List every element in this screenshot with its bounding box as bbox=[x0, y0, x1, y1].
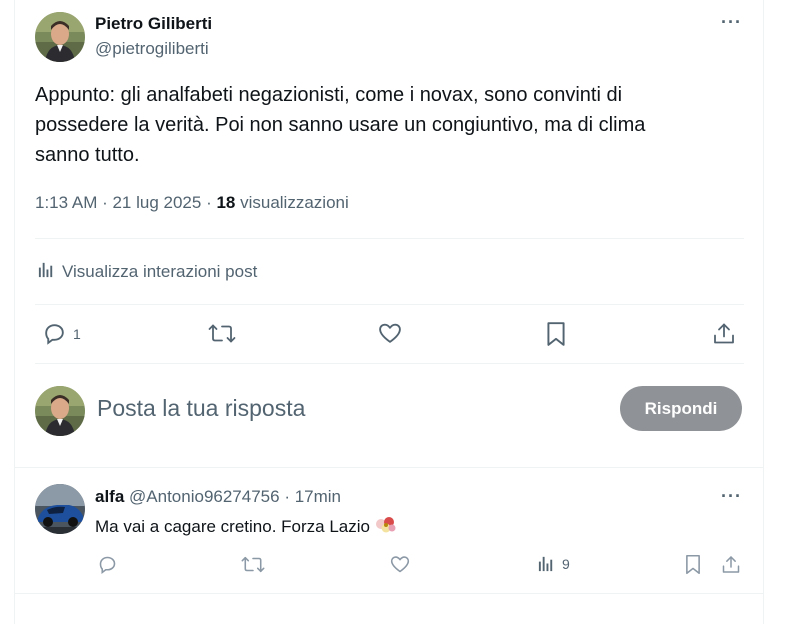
bar-chart-icon bbox=[537, 554, 556, 573]
bar-chart-icon bbox=[37, 260, 56, 284]
divider bbox=[35, 238, 744, 239]
view-engagements-link[interactable]: Visualizza interazioni post bbox=[37, 260, 257, 284]
share-button[interactable] bbox=[712, 321, 736, 346]
comment-icon bbox=[97, 554, 118, 575]
repost-icon bbox=[241, 554, 265, 575]
reply-submit-button[interactable]: Rispondi bbox=[620, 386, 742, 431]
share-icon bbox=[712, 321, 736, 346]
reply-author-avatar[interactable] bbox=[35, 484, 85, 534]
reply-bookmark-button[interactable] bbox=[684, 554, 702, 575]
views-label: visualizzazioni bbox=[235, 193, 349, 212]
reply-text-content: Ma vai a cagare cretino. Forza Lazio bbox=[95, 517, 370, 536]
post-text-line: sanno tutto. bbox=[35, 144, 140, 166]
reply-author-name[interactable]: alfa bbox=[95, 487, 124, 506]
author-name[interactable]: Pietro Giliberti bbox=[95, 14, 212, 34]
reply-share-button[interactable] bbox=[721, 554, 741, 575]
like-button[interactable] bbox=[377, 321, 403, 346]
tweet-detail-column: Pietro Giliberti @pietrogiliberti ··· Ap… bbox=[14, 0, 764, 624]
reply-header: alfa @Antonio96274756 · 17min bbox=[95, 487, 341, 507]
reply-count: 1 bbox=[73, 325, 81, 342]
reply-text: Ma vai a cagare cretino. Forza Lazio bbox=[95, 515, 397, 540]
reply-analytics-button[interactable]: 9 bbox=[537, 554, 570, 573]
bookmark-button[interactable] bbox=[545, 321, 567, 347]
bookmark-icon bbox=[545, 321, 567, 347]
author-avatar[interactable] bbox=[35, 12, 85, 62]
reply-repost-button[interactable] bbox=[241, 554, 265, 575]
reply-reply-button[interactable] bbox=[97, 554, 118, 575]
post-text-line: Appunto: gli analfabeti negazionisti, co… bbox=[35, 84, 623, 106]
comment-icon bbox=[42, 321, 67, 346]
reply-views-count: 9 bbox=[562, 555, 570, 572]
user-avatar[interactable] bbox=[35, 386, 85, 436]
post-timestamp[interactable]: 1:13 AM · 21 lug 2025 · bbox=[35, 193, 216, 212]
post-text: Appunto: gli analfabeti negazionisti, co… bbox=[35, 80, 745, 170]
divider bbox=[35, 304, 744, 305]
view-engagements-label: Visualizza interazioni post bbox=[62, 262, 258, 281]
reply-more-icon[interactable]: ··· bbox=[721, 486, 742, 507]
author-handle[interactable]: @pietrogiliberti bbox=[95, 39, 209, 59]
reply-button[interactable]: 1 bbox=[42, 321, 81, 346]
post-meta: 1:13 AM · 21 lug 2025 · 18 visualizzazio… bbox=[35, 193, 349, 213]
flower-icon bbox=[375, 515, 397, 540]
repost-button[interactable] bbox=[208, 321, 236, 346]
reply-timestamp[interactable]: · 17min bbox=[280, 487, 341, 506]
more-icon[interactable]: ··· bbox=[721, 12, 742, 33]
share-icon bbox=[721, 554, 741, 575]
divider bbox=[15, 467, 764, 468]
bookmark-icon bbox=[684, 554, 702, 575]
reply-author-handle[interactable]: @Antonio96274756 bbox=[129, 487, 280, 506]
heart-icon bbox=[389, 554, 411, 575]
reply-like-button[interactable] bbox=[389, 554, 411, 575]
heart-icon bbox=[377, 321, 403, 346]
post-text-line: possedere la verità. Poi non sanno usare… bbox=[35, 114, 646, 136]
divider bbox=[35, 363, 744, 364]
views-count: 18 bbox=[216, 193, 236, 212]
repost-icon bbox=[208, 321, 236, 346]
divider bbox=[15, 593, 764, 594]
reply-input[interactable]: Posta la tua risposta bbox=[97, 395, 305, 422]
